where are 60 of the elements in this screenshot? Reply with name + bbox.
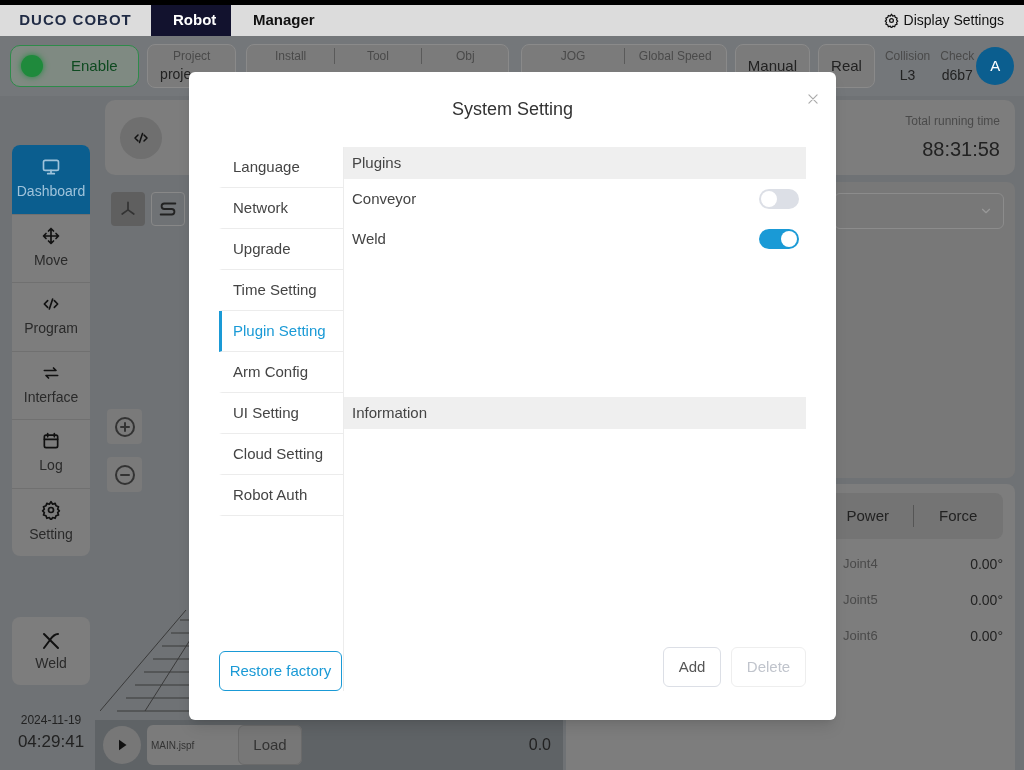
zoom-out-icon [112,462,137,487]
logo: DUCO COBOT [18,10,133,31]
path-button[interactable] [151,192,185,226]
settings-icon [883,13,899,28]
enable-button[interactable]: Enable [10,45,140,87]
nav-item[interactable]: Program [12,282,90,351]
zoom-in-button[interactable] [107,409,142,444]
status-indicator-icon [21,55,43,77]
plugin-name: Weld [352,228,386,249]
section-header: Information [344,397,806,429]
display-settings-button[interactable]: Display Settings [883,5,1024,36]
restore-factory-button[interactable]: Restore factory [219,651,342,691]
move-arrows-icon [41,225,61,246]
axes-button[interactable] [111,192,145,226]
joint-value: 0.00° [970,554,1003,574]
field-value: proje [160,65,192,84]
avatar[interactable]: A [976,47,1014,85]
running-time-value: 88:31:58 [922,136,1000,162]
zoom-out-button[interactable] [107,457,142,492]
date-text: 2024-11-19 [19,712,83,729]
dialog-button[interactable]: Add [663,647,721,687]
settings-menu-item[interactable]: Language [219,147,343,188]
zoom-in-icon [112,414,137,439]
file-field[interactable]: MAIN.jspf Load [147,725,302,765]
dialog-title: System Setting [451,98,574,121]
nav-item[interactable]: Setting [12,487,90,556]
field-value: L3 [899,65,916,85]
settings-menu-item[interactable]: Cloud Setting [219,434,343,475]
joint-value: 0.00° [970,626,1003,646]
settings-icon [41,499,61,520]
nav-item[interactable]: Move [12,213,90,282]
panel-tab[interactable]: Power [823,504,913,528]
plugin-toggle[interactable] [759,189,799,209]
time-text: 04:29:41 [16,731,86,753]
joint-value: 0.00° [970,590,1003,610]
section-header: Plugins [344,147,806,179]
load-button[interactable]: Load [238,725,302,765]
settings-menu-item[interactable]: Robot Auth [219,475,343,516]
nav-item[interactable]: Interface [12,350,90,419]
calendar-icon [41,431,61,452]
settings-menu-item[interactable]: Network [219,188,343,229]
close-button[interactable] [806,92,820,106]
settings-menu-item[interactable]: Plugin Setting [219,311,343,352]
close-icon [806,92,820,106]
play-button[interactable] [103,726,141,764]
settings-menu-item[interactable]: Time Setting [219,270,343,311]
speed-value: 0.0 [528,735,551,755]
nav-item[interactable]: Log [12,419,90,488]
code-button[interactable] [120,116,162,159]
top-tab[interactable]: Manager [231,5,337,36]
panel-tab[interactable]: Force [912,504,1003,528]
field-value: d6b7 [941,65,973,85]
plugin-name: Conveyor [352,188,417,209]
plugin-toggle[interactable] [759,229,799,249]
settings-menu-item[interactable]: Arm Config [219,352,343,393]
top-tab[interactable]: Robot [151,5,231,36]
weld-button[interactable]: Weld [12,617,90,685]
nav-item[interactable]: Dashboard [12,145,90,214]
settings-menu-item[interactable]: UI Setting [219,393,343,434]
settings-menu-item[interactable]: Upgrade [219,229,343,270]
